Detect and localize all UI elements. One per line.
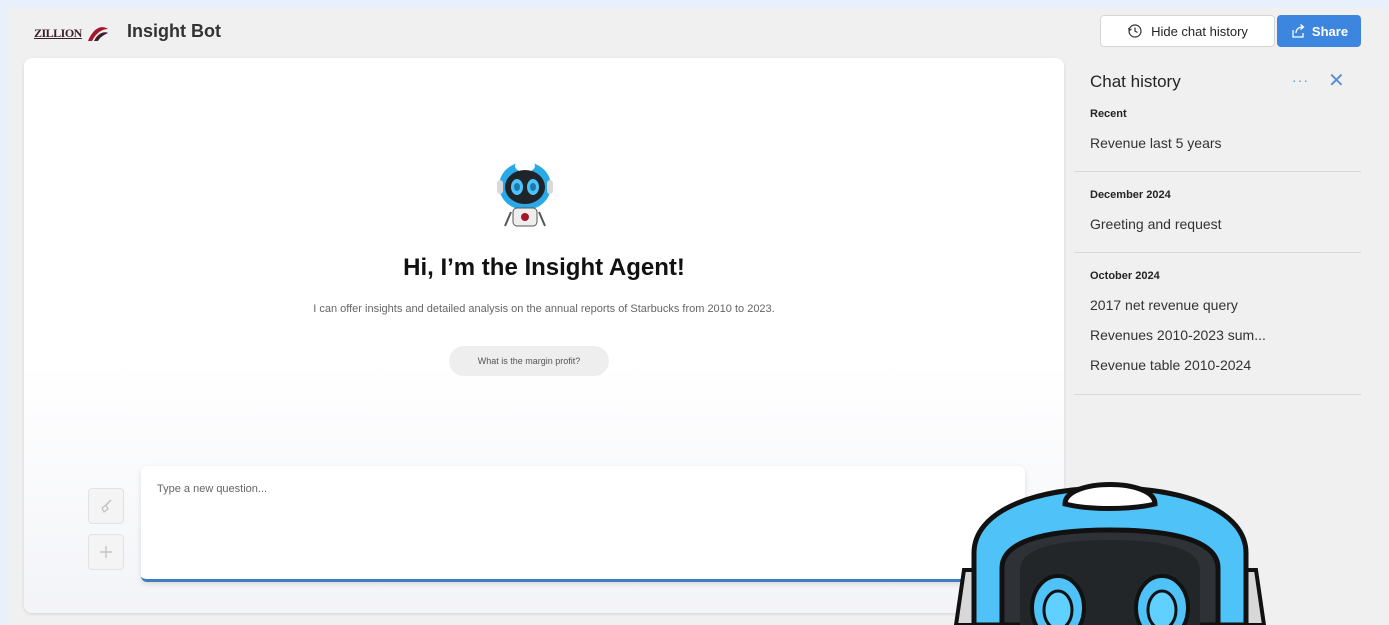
suggestion-chip[interactable]: What is the margin profit? xyxy=(449,346,609,376)
close-icon[interactable]: ✕ xyxy=(1328,68,1345,93)
history-item[interactable]: Revenue last 5 years xyxy=(1090,135,1222,151)
app-title: Insight Bot xyxy=(127,21,221,41)
chat-panel: Hi, I’m the Insight Agent! I can offer i… xyxy=(24,58,1064,613)
question-input-box xyxy=(141,466,1025,582)
broom-icon xyxy=(101,499,112,513)
new-chat-button[interactable] xyxy=(88,534,124,570)
history-group-recent: Recent Revenue last 5 years xyxy=(1074,102,1361,172)
history-group-december: December 2024 Greeting and request xyxy=(1074,172,1361,253)
share-label: Share xyxy=(1311,23,1349,39)
history-item[interactable]: Revenues 2010-2023 sum... xyxy=(1090,327,1266,343)
clear-chat-button[interactable] xyxy=(88,488,124,524)
more-options-icon[interactable]: ··· xyxy=(1292,72,1309,88)
question-input[interactable] xyxy=(141,466,1025,579)
welcome-title: Hi, I’m the Insight Agent! xyxy=(403,254,685,281)
header: ZILLION Insight Bot Hide chat history Sh… xyxy=(8,8,1389,54)
history-item[interactable]: Greeting and request xyxy=(1090,216,1222,232)
history-item[interactable]: 2017 net revenue query xyxy=(1090,297,1238,313)
logo: ZILLION xyxy=(34,23,110,43)
robot-mascot-icon xyxy=(953,482,1267,625)
hide-chat-history-button[interactable]: Hide chat history xyxy=(1100,15,1275,47)
history-item[interactable]: Revenue table 2010-2024 xyxy=(1090,357,1251,373)
share-icon xyxy=(1292,24,1305,38)
history-group-label: Recent xyxy=(1090,108,1127,120)
logo-text: ZILLION xyxy=(34,25,82,40)
history-group-october: October 2024 2017 net revenue query Reve… xyxy=(1074,253,1361,395)
logo-mark-icon xyxy=(87,27,108,41)
chat-history-title: Chat history xyxy=(1090,72,1181,91)
history-clock-icon xyxy=(1128,24,1142,38)
bot-avatar-icon xyxy=(497,160,553,227)
history-group-label: October 2024 xyxy=(1090,270,1160,282)
plus-icon xyxy=(100,546,112,558)
history-group-label: December 2024 xyxy=(1090,189,1171,201)
welcome-subtitle: I can offer insights and detailed analys… xyxy=(313,303,775,315)
hide-chat-history-label: Hide chat history xyxy=(1151,23,1248,39)
share-button[interactable]: Share xyxy=(1277,15,1361,47)
